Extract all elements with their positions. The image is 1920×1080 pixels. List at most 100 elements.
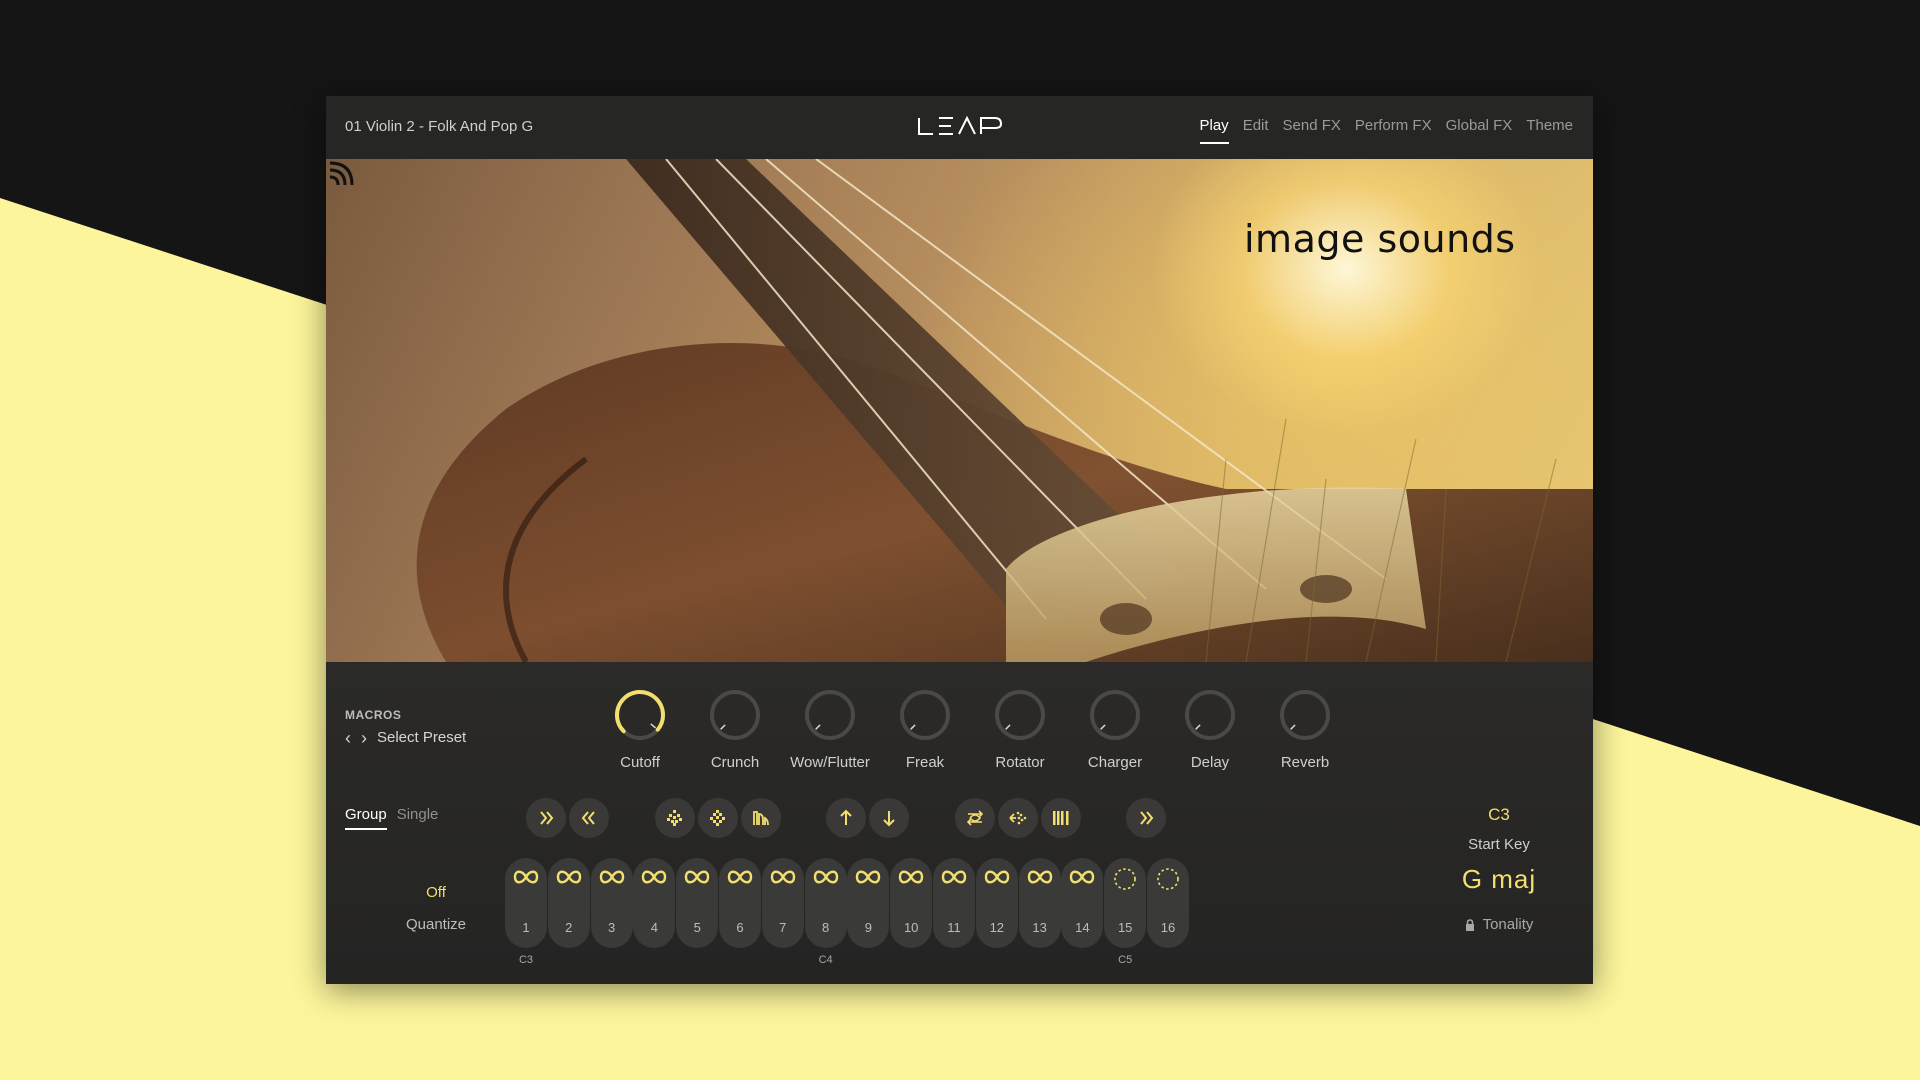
filter-envelope-icon xyxy=(753,811,769,826)
knob-dial[interactable] xyxy=(708,688,762,742)
start-key-value[interactable]: C3 xyxy=(1454,805,1544,825)
loop-icon xyxy=(556,870,581,884)
pad-8[interactable]: 8 xyxy=(804,858,847,948)
knob-label: Crunch xyxy=(710,754,760,771)
play-panel: MACROS ‹ › Select Preset Cutoff Crunch W… xyxy=(326,662,1593,984)
pad-number: 9 xyxy=(864,920,872,935)
stutter-icon xyxy=(667,810,682,826)
pad-16[interactable]: 16 xyxy=(1147,858,1189,948)
pitch-up-button[interactable] xyxy=(826,798,866,838)
pad-5[interactable]: 5 xyxy=(676,858,719,948)
pad-1[interactable]: 1 xyxy=(505,858,547,948)
gate-button[interactable] xyxy=(1041,798,1081,838)
pad-number: 6 xyxy=(736,920,744,935)
macro-preset-selector: ‹ › Select Preset xyxy=(345,729,466,747)
knob-dial[interactable] xyxy=(1278,688,1332,742)
filter-envelope-button[interactable] xyxy=(741,798,781,838)
chevron-right-icon[interactable]: › xyxy=(361,729,367,747)
sound-waves-icon xyxy=(329,161,354,186)
knob-dial[interactable] xyxy=(993,688,1047,742)
pad-number: 5 xyxy=(693,920,701,935)
pad-15[interactable]: 15 xyxy=(1104,858,1147,948)
knob-delay[interactable]: Delay xyxy=(1164,688,1256,771)
lock-icon[interactable] xyxy=(1465,918,1475,931)
knob-wow-flutter[interactable]: Wow/Flutter xyxy=(784,688,876,771)
tab-play[interactable]: Play xyxy=(1199,117,1229,144)
pad-number: 16 xyxy=(1160,920,1176,935)
pad-14[interactable]: 14 xyxy=(1061,858,1104,948)
preset-name[interactable]: 01 Violin 2 - Folk And Pop G xyxy=(345,118,533,135)
pad-number: 15 xyxy=(1117,920,1133,935)
pad-number: 14 xyxy=(1075,920,1090,935)
quantize-value[interactable]: Off xyxy=(396,884,476,901)
pad-12[interactable]: 12 xyxy=(975,858,1018,948)
loop-icon xyxy=(1070,870,1095,884)
tab-send-fx[interactable]: Send FX xyxy=(1283,117,1341,144)
loop-icon xyxy=(898,870,924,884)
note-label-c3: C3 xyxy=(518,954,534,966)
stutter-button[interactable] xyxy=(655,798,695,838)
swap-icon xyxy=(966,810,984,826)
pad-2[interactable]: 2 xyxy=(547,858,590,948)
knob-label: Freak xyxy=(905,754,945,771)
knob-label: Wow/Flutter xyxy=(790,754,870,771)
stutter-alt-button[interactable] xyxy=(698,798,738,838)
pad-3[interactable]: 3 xyxy=(590,858,633,948)
pad-number: 13 xyxy=(1032,920,1047,935)
loop-icon xyxy=(856,870,881,884)
note-label-c5: C5 xyxy=(1118,954,1133,966)
pad-6[interactable]: 6 xyxy=(719,858,761,948)
knob-cutoff[interactable]: Cutoff xyxy=(594,688,686,771)
one-shot-icon xyxy=(1114,868,1136,890)
swap-button[interactable] xyxy=(955,798,995,838)
knob-reverb[interactable]: Reverb xyxy=(1259,688,1351,771)
knob-dial[interactable] xyxy=(613,688,667,742)
reverse-button[interactable] xyxy=(998,798,1038,838)
tab-perform-fx[interactable]: Perform FX xyxy=(1355,117,1432,144)
loop-icon xyxy=(984,870,1009,884)
tab-global-fx[interactable]: Global FX xyxy=(1446,117,1513,144)
loop-icon xyxy=(513,870,539,884)
fast-forward-icon xyxy=(540,811,554,825)
knob-dial[interactable] xyxy=(898,688,952,742)
pad-number: 2 xyxy=(565,920,573,935)
pad-7[interactable]: 7 xyxy=(761,858,804,948)
loop-icon xyxy=(727,870,753,884)
knob-charger[interactable]: Charger xyxy=(1069,688,1161,771)
pad-number: 11 xyxy=(947,920,961,935)
knob-dial[interactable] xyxy=(1088,688,1142,742)
tab-single[interactable]: Single xyxy=(397,806,439,830)
one-shot-icon xyxy=(1157,868,1179,890)
tab-edit[interactable]: Edit xyxy=(1243,117,1269,144)
pad-13[interactable]: 13 xyxy=(1018,858,1061,948)
tonality-label-row: Tonality xyxy=(1444,916,1554,933)
pad-number: 12 xyxy=(989,920,1005,935)
rewind-button[interactable] xyxy=(569,798,609,838)
pad-number: 10 xyxy=(903,920,919,935)
chevron-left-icon[interactable]: ‹ xyxy=(345,729,351,747)
select-preset-label[interactable]: Select Preset xyxy=(377,729,466,746)
rewind-icon xyxy=(581,811,595,825)
loop-icon xyxy=(684,870,710,884)
knob-rotator[interactable]: Rotator xyxy=(974,688,1066,771)
loop-icon xyxy=(941,870,967,884)
knob-dial[interactable] xyxy=(1183,688,1237,742)
loop-icon xyxy=(642,870,667,884)
pad-4[interactable]: 4 xyxy=(633,858,676,948)
tab-group[interactable]: Group xyxy=(345,806,387,830)
pad-11[interactable]: 11 xyxy=(933,858,975,948)
tab-theme[interactable]: Theme xyxy=(1526,117,1573,144)
pad-number: 1 xyxy=(522,920,530,935)
pitch-down-button[interactable] xyxy=(869,798,909,838)
knob-dial[interactable] xyxy=(803,688,857,742)
fast-forward-button[interactable] xyxy=(1126,798,1166,838)
pad-9[interactable]: 9 xyxy=(847,858,890,948)
tonality-value[interactable]: G maj xyxy=(1439,864,1559,895)
knob-label: Rotator xyxy=(995,754,1045,771)
knob-crunch[interactable]: Crunch xyxy=(689,688,781,771)
pad-10[interactable]: 10 xyxy=(890,858,933,948)
loop-icon xyxy=(770,870,795,884)
pitch-down-icon xyxy=(883,811,895,827)
knob-freak[interactable]: Freak xyxy=(879,688,971,771)
fast-forward-button[interactable] xyxy=(526,798,566,838)
